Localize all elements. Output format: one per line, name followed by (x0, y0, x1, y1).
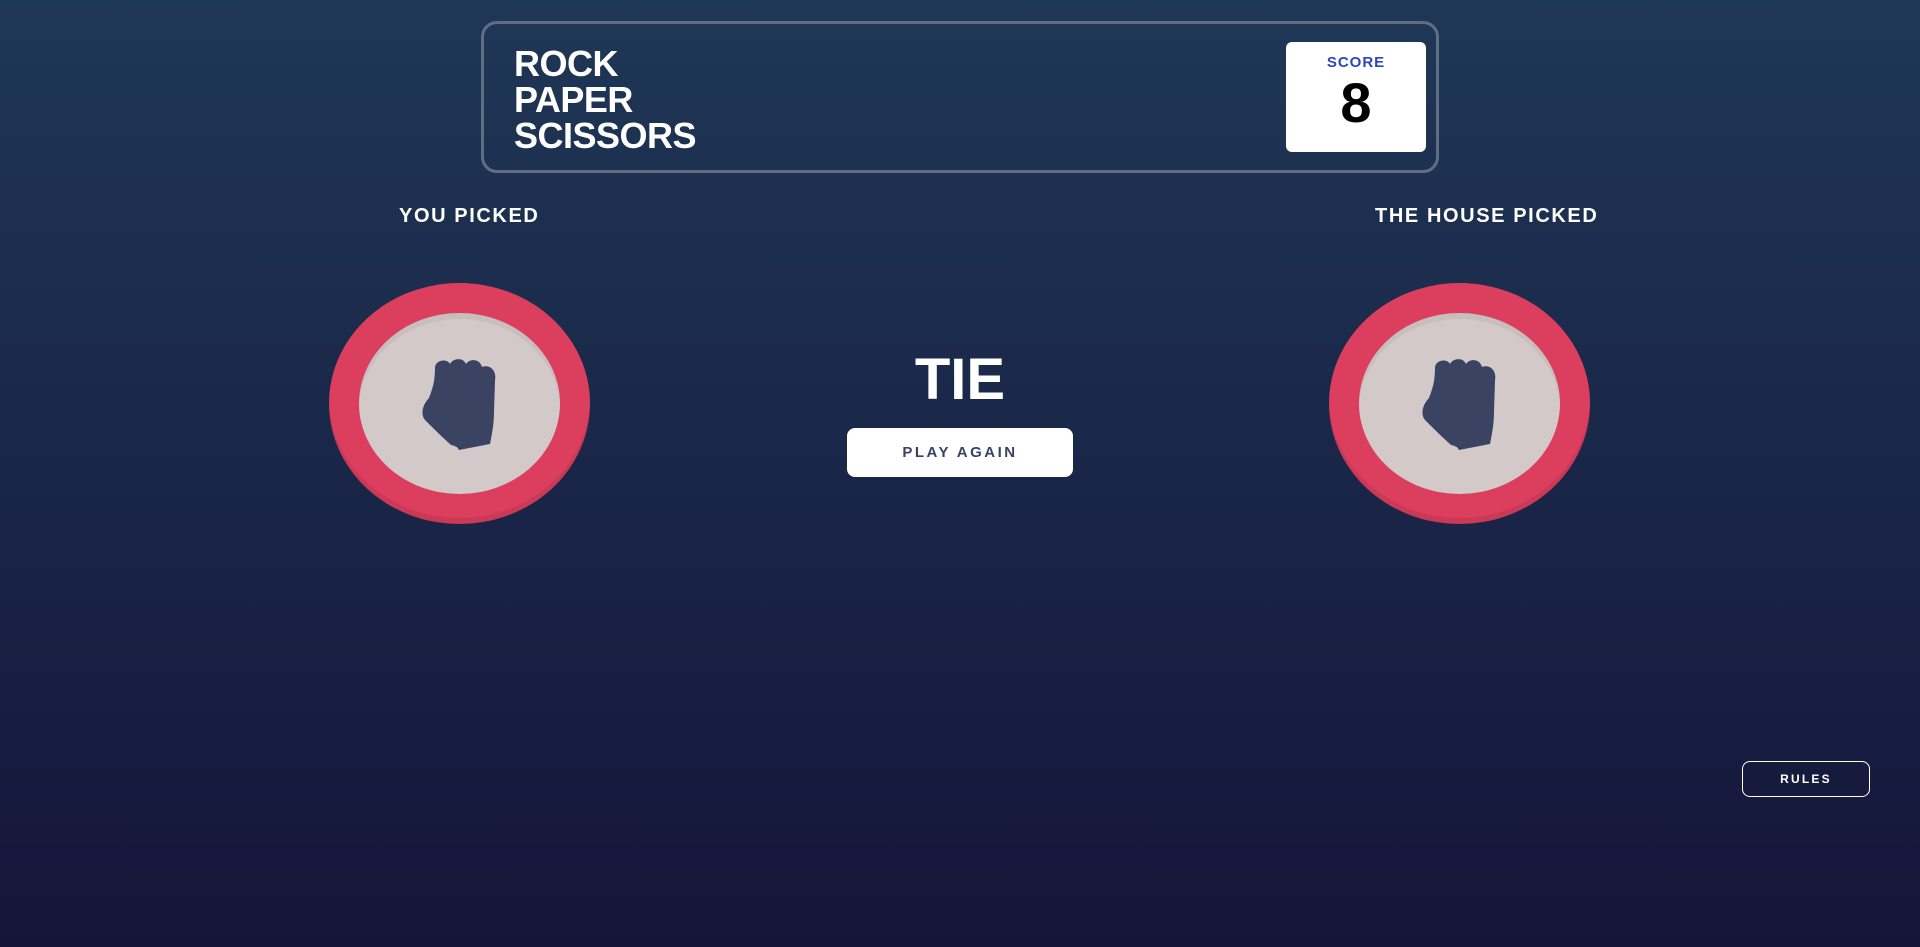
house-rock-token (1329, 283, 1590, 524)
player-rock-token (329, 283, 590, 524)
player-token-face (359, 313, 560, 494)
rules-button[interactable]: RULES (1742, 761, 1870, 797)
score-box: SCORE 8 (1286, 42, 1426, 152)
result-text: TIE (914, 347, 1006, 412)
score-label: SCORE (1326, 54, 1386, 71)
result-panel: TIE PLAY AGAIN (847, 345, 1073, 477)
game-header: ROCK PAPER SCISSORS SCORE 8 (481, 21, 1439, 173)
player-pick-label: YOU PICKED (399, 205, 540, 227)
house-pick-label: THE HOUSE PICKED (1375, 205, 1599, 227)
score-value: 8 (1340, 71, 1372, 134)
game-title: ROCK PAPER SCISSORS (514, 43, 697, 156)
rock-icon (421, 358, 495, 450)
title-line-rock: ROCK (514, 43, 619, 84)
house-token-face (1359, 313, 1560, 494)
title-line-paper: PAPER (514, 79, 633, 120)
play-again-button[interactable]: PLAY AGAIN (847, 428, 1073, 477)
rock-icon (1421, 358, 1495, 450)
title-line-scissors: SCISSORS (514, 115, 697, 156)
